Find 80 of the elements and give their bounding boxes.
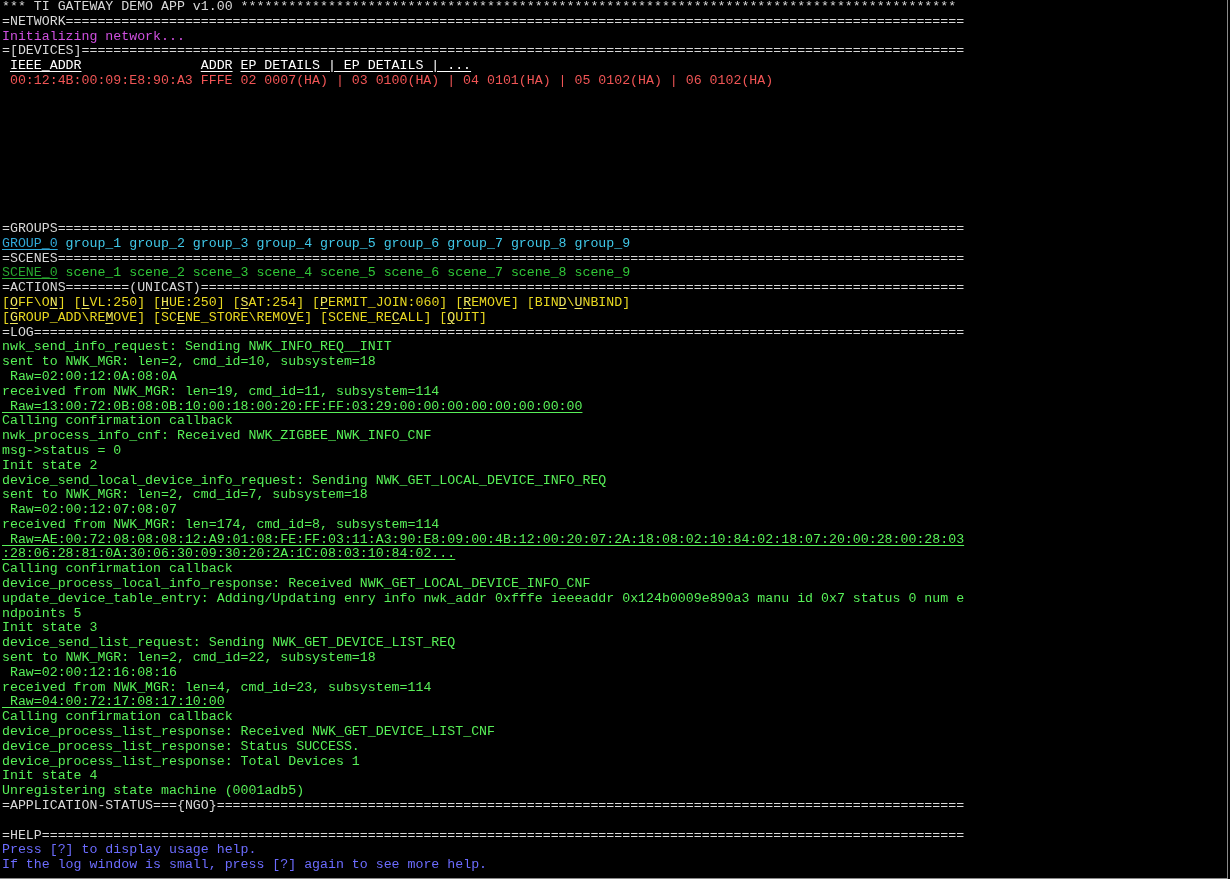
log-line: Calling confirmation callback	[2, 710, 233, 726]
group-item[interactable]: group_3	[192, 236, 249, 252]
log-line: Calling confirmation callback	[2, 562, 233, 578]
scene-item[interactable]: scene_6	[383, 266, 440, 282]
scene-item[interactable]: scene_2	[129, 266, 185, 282]
log-line: Raw=AE:00:72:08:08:08:12:A9:01:08:FE:FF:03:11:A3:90:E8:09:00:4B:12:00:20:07:2A:18:08:02:10:84:02:18:07:20:00:28:00:28:03	[8, 532, 965, 548]
group-item[interactable]: group_1	[65, 236, 122, 252]
table-cell: 02 0007(HA) | 03 0100(HA) | 04 0101(HA) | 05 0102(HA) | 06 0102(HA)	[240, 74, 774, 89]
log-line: device_process_list_response: Received NWK_GET_DEVICE_LIST_CNF	[2, 725, 495, 740]
column-header: ADDR	[200, 59, 234, 74]
app-title: *** TI GATEWAY DEMO APP v1.00 ******************************************************************************************	[2, 0, 957, 15]
action-key[interactable]: [PERMIT_JOIN:060]	[312, 295, 448, 311]
log-line: nwk_process_info_cnf: Received NWK_ZIGBEE_NWK_INFO_CNF	[2, 429, 432, 444]
scene-item[interactable]: scene_4	[256, 266, 313, 282]
section-header: =LOG=====================================================================================================================	[2, 325, 965, 341]
log-line: sent to NWK_MGR: len=2, cmd_id=22, subsystem=18	[2, 651, 376, 666]
action-key[interactable]: [QUIT]	[439, 310, 488, 326]
action-key[interactable]: [SCENE_STORE\REMOVE]	[153, 310, 313, 326]
log-line: device_process_list_response: Total Devices 1	[2, 754, 360, 770]
section-header: =APPLICATION-STATUS==={NGO}==============================================================================================	[2, 799, 965, 814]
action-key[interactable]: [OFF\ON]	[2, 295, 66, 311]
log-line: nwk_send_info_request: Sending NWK_INFO_REQ__INIT	[2, 340, 392, 356]
section-header: =[DEVICES]===============================================================================================================	[2, 44, 965, 60]
group-item[interactable]: group_6	[383, 236, 440, 252]
table-cell-text: FFFE	[200, 74, 234, 89]
section-header: =ACTIONS========(UNICAST)================================================================================================	[2, 281, 965, 296]
scene-item[interactable]: scene_8	[510, 266, 567, 282]
group-item[interactable]: group_9	[574, 236, 631, 252]
log-line: Calling confirmation callback	[2, 414, 233, 430]
log-line: device_process_local_info_response: Received NWK_GET_LOCAL_DEVICE_INFO_CNF	[2, 577, 591, 592]
scene-item[interactable]: SCENE_0	[2, 266, 58, 282]
log-line: sent to NWK_MGR: len=2, cmd_id=7, subsystem=18	[2, 488, 368, 504]
log-line: Init state 3	[2, 621, 98, 637]
action-key[interactable]: [BIND\UNBIND]	[526, 295, 631, 311]
column-header: EP DETAILS | EP DETAILS | ...	[240, 59, 473, 74]
table-cell-text: 00:12:4B:00:09:E8:90:A3	[9, 74, 194, 89]
log-line: Raw=13:00:72:0B:08:0B:10:00:18:00:20:FF:FF:03:29:00:00:00:00:00:00:00:00	[8, 399, 583, 415]
scene-item[interactable]: scene_7	[447, 266, 503, 282]
log-line: Raw=02:00:12:0A:08:0A	[8, 369, 177, 385]
log-line: device_send_local_device_info_request: Sending NWK_GET_LOCAL_DEVICE_INFO_REQ	[2, 473, 607, 489]
action-key[interactable]: [LVL:250]	[73, 295, 146, 311]
group-item[interactable]: group_8	[510, 236, 567, 252]
section-header: =NETWORK=================================================================================================================	[2, 14, 965, 30]
log-line: Raw=04:00:72:17:08:17:10:00	[8, 695, 225, 711]
action-key[interactable]: [GROUP_ADD\REMOVE]	[2, 310, 146, 326]
log-line: sent to NWK_MGR: len=2, cmd_id=10, subsystem=18	[2, 355, 376, 370]
group-item[interactable]: group_4	[256, 236, 313, 252]
action-key[interactable]: [SAT:254]	[232, 295, 305, 311]
log-line: msg->status = 0	[2, 443, 122, 459]
log-line: Init state 4	[2, 769, 98, 785]
group-item[interactable]: group_7	[447, 236, 503, 252]
log-line: Raw=02:00:12:07:08:07	[8, 503, 177, 518]
scene-item[interactable]: scene_9	[574, 266, 631, 282]
log-line: received from NWK_MGR: len=4, cmd_id=23, subsystem=114	[2, 680, 432, 696]
section-header: =GROUPS==================================================================================================================	[2, 221, 965, 237]
group-item[interactable]: group_2	[129, 236, 185, 252]
group-item[interactable]: group_5	[320, 236, 376, 252]
action-key[interactable]: [REMOVE]	[455, 295, 519, 311]
log-line: received from NWK_MGR: len=19, cmd_id=11, subsystem=114	[2, 384, 440, 400]
column-header: IEEE_ADDR	[9, 59, 83, 74]
scene-item[interactable]: scene_3	[192, 266, 249, 282]
section-header: =HELP====================================================================================================================	[2, 828, 965, 844]
help-text: If the log window is small, press [?] again to see more help.	[2, 858, 488, 873]
action-key[interactable]: [HUE:250]	[153, 295, 225, 311]
action-key[interactable]: [SCENE_RECALL]	[320, 310, 432, 326]
log-line: ndpoints 5	[2, 606, 82, 622]
help-text: Press [?] to display usage help.	[2, 843, 257, 859]
log-line: device_process_list_response: Status SUCCESS.	[2, 739, 360, 755]
log-line: Init state 2	[2, 458, 98, 474]
scene-item[interactable]: scene_5	[320, 266, 376, 282]
section-header: =SCENES==================================================================================================================	[2, 251, 965, 267]
group-item[interactable]: GROUP_0	[2, 236, 58, 252]
log-line: received from NWK_MGR: len=174, cmd_id=8, subsystem=114	[2, 517, 440, 533]
log-line: Raw=02:00:12:16:08:16	[8, 665, 177, 681]
status-text: Initializing network...	[2, 29, 185, 45]
log-line: :28:06:28:81:0A:30:06:30:09:30:20:2A:1C:08:03:10:84:02...	[2, 547, 456, 563]
log-line: update_device_table_entry: Adding/Updating enry info nwk_addr 0xfffe ieeeaddr 0x124b0009e890a3 manu id 0x7 status 0 num e	[2, 591, 965, 607]
log-line: device_send_list_request: Sending NWK_GET_DEVICE_LIST_REQ	[2, 636, 456, 652]
scene-item[interactable]: scene_1	[65, 266, 122, 282]
log-line: Unregistering state machine (0001adb5)	[2, 784, 305, 800]
